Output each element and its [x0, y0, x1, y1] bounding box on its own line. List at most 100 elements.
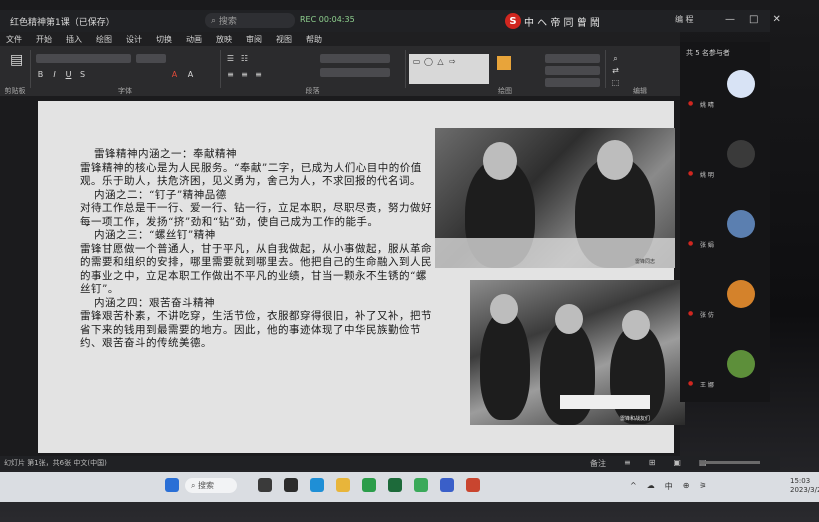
paste-icon[interactable]: ▤ [10, 53, 23, 72]
cloud-icon[interactable]: ☁ [647, 481, 655, 492]
slide-photo-top[interactable]: 雷锋同志 [435, 128, 675, 268]
search-box[interactable]: ⌕ 搜索 [205, 13, 295, 28]
close-button[interactable]: ✕ [772, 14, 780, 25]
powerpoint-icon[interactable] [466, 478, 480, 492]
tab-file[interactable]: 文件 [6, 34, 22, 45]
align-right-icon[interactable]: ≡ [254, 70, 263, 79]
file-explorer-icon[interactable] [336, 478, 350, 492]
font-group: B I U S A A 字体 [30, 50, 221, 95]
tab-animations[interactable]: 动画 [186, 34, 202, 45]
app-icon[interactable] [284, 478, 298, 492]
brand-text: 中 ヘ 帝 同 曾 鬧 [524, 17, 600, 29]
participant-avatar [727, 70, 755, 98]
wechat-icon[interactable] [414, 478, 428, 492]
taskbar-search-label: 搜索 [198, 481, 215, 490]
minimize-button[interactable]: — [725, 14, 735, 25]
tab-help[interactable]: 帮助 [306, 34, 322, 45]
zoom-slider[interactable] [700, 461, 760, 464]
drawing-group-caption: 绘图 [498, 87, 512, 95]
participant-name: 王 娜 [700, 382, 714, 389]
slide-heading-3: 内涵之三：“螺丝钉”精神 [94, 229, 216, 241]
user-name[interactable]: 编 程 [675, 14, 694, 25]
participant-tile[interactable]: ● 王 娜 [680, 342, 770, 392]
excel-icon[interactable] [388, 478, 402, 492]
arrow-icon[interactable]: ⇨ [448, 57, 457, 66]
slide-paragraph-2: 对待工作总是干一行、爱一行、钻一行，立足本职，尽职尽责，努力做好每一项工作，发扬… [80, 202, 432, 228]
network-icon[interactable]: ⊕ [683, 481, 690, 492]
edge-icon[interactable] [310, 478, 324, 492]
mic-muted-icon: ● [688, 240, 694, 247]
italic-icon[interactable]: I [50, 70, 59, 79]
bullets-icon[interactable]: ☰ [226, 54, 235, 63]
tab-transitions[interactable]: 切换 [156, 34, 172, 45]
highlight-icon[interactable]: A [186, 70, 195, 79]
underline-icon[interactable]: U [64, 70, 73, 79]
meeting-app-brand: S 中 ヘ 帝 同 曾 鬧 [505, 12, 620, 30]
oval-icon[interactable]: ◯ [424, 57, 433, 66]
align-text-button[interactable] [320, 68, 390, 77]
reading-view-icon[interactable]: ▣ [673, 458, 681, 469]
shapes-gallery[interactable]: ▭ ◯ △ ⇨ [409, 54, 489, 84]
tab-insert[interactable]: 插入 [66, 34, 82, 45]
clock-time: 15:03 [790, 477, 811, 485]
taskbar: ⌕ 搜索 ^ ☁ 中 ⊕ ⚞ 15:03 2023/3/2 [0, 472, 819, 502]
sorter-view-icon[interactable]: ⊞ [649, 458, 656, 469]
text-direction-button[interactable] [320, 54, 390, 63]
slide-text-box[interactable]: 雷锋精神内涵之一：奉献精神 雷锋精神的核心是为人民服务。“奉献”二字，已成为人们… [80, 148, 432, 351]
font-name-select[interactable] [36, 54, 131, 63]
notes-button[interactable]: 备注 [590, 458, 606, 469]
participant-avatar [727, 280, 755, 308]
find-icon[interactable]: ⌕ [611, 54, 620, 63]
ime-icon[interactable]: 中 [665, 481, 673, 492]
participant-avatar [727, 140, 755, 168]
bold-icon[interactable]: B [36, 70, 45, 79]
participant-name: 张 仿 [700, 312, 714, 319]
triangle-icon[interactable]: △ [436, 57, 445, 66]
participant-tile[interactable]: ● 张 娟 [680, 202, 770, 252]
arrange-icon[interactable] [497, 56, 511, 70]
task-view-icon[interactable] [258, 478, 272, 492]
photo2-caption: 雷锋和战友们 [620, 416, 651, 422]
align-center-icon[interactable]: ≡ [240, 70, 249, 79]
taskbar-clock[interactable]: 15:03 2023/3/2 [790, 477, 819, 495]
volume-icon[interactable]: ⚞ [699, 481, 706, 492]
tab-review[interactable]: 审阅 [246, 34, 262, 45]
slide-photo-bottom[interactable]: 雷锋和战友们 [470, 280, 685, 425]
participant-tile[interactable]: ● 姚 晴 [680, 62, 770, 112]
clipboard-group: ▤ 剪贴板 [0, 50, 31, 95]
group-face-3 [622, 310, 650, 340]
align-left-icon[interactable]: ≡ [226, 70, 235, 79]
tab-draw[interactable]: 绘图 [96, 34, 112, 45]
font-size-select[interactable] [136, 54, 166, 63]
tab-slideshow[interactable]: 放映 [216, 34, 232, 45]
tab-design[interactable]: 设计 [126, 34, 142, 45]
numbering-icon[interactable]: ☷ [240, 54, 249, 63]
replace-icon[interactable]: ⇄ [611, 66, 620, 75]
clock-date: 2023/3/2 [790, 486, 819, 494]
window-controls: — □ ✕ [725, 14, 781, 25]
strikethrough-icon[interactable]: S [78, 70, 87, 79]
shapes-icon[interactable]: ▭ [412, 57, 421, 66]
search-icon: ⌕ [211, 15, 219, 26]
chrome-icon[interactable] [362, 478, 376, 492]
slide-heading-4: 内涵之四：艰苦奋斗精神 [94, 296, 215, 309]
tab-view[interactable]: 视图 [276, 34, 292, 45]
maximize-button[interactable]: □ [749, 14, 758, 25]
shape-outline-button[interactable] [545, 66, 600, 75]
normal-view-icon[interactable]: ≡ [624, 458, 631, 469]
font-color-icon[interactable]: A [170, 70, 179, 79]
meeting-icon[interactable] [440, 478, 454, 492]
paragraph-group-caption: 段落 [305, 87, 320, 95]
participant-tile[interactable]: ● 姚 明 [680, 132, 770, 182]
tray-overflow-icon[interactable]: ^ [630, 481, 637, 492]
start-icon[interactable] [165, 478, 179, 492]
mic-muted-icon: ● [688, 310, 694, 317]
taskbar-search[interactable]: ⌕ 搜索 [185, 478, 237, 493]
shape-fill-button[interactable] [545, 54, 600, 63]
ribbon-tabs: 文件 开始 插入 绘图 设计 切换 动画 放映 审阅 视图 帮助 [0, 32, 680, 46]
editing-group-caption: 编辑 [633, 87, 647, 95]
tab-home[interactable]: 开始 [36, 34, 52, 45]
participant-tile[interactable]: ● 张 仿 [680, 272, 770, 322]
slide-heading-2: 内涵之二：“钉子”精神品德 [94, 188, 227, 201]
photo-book [560, 395, 650, 409]
